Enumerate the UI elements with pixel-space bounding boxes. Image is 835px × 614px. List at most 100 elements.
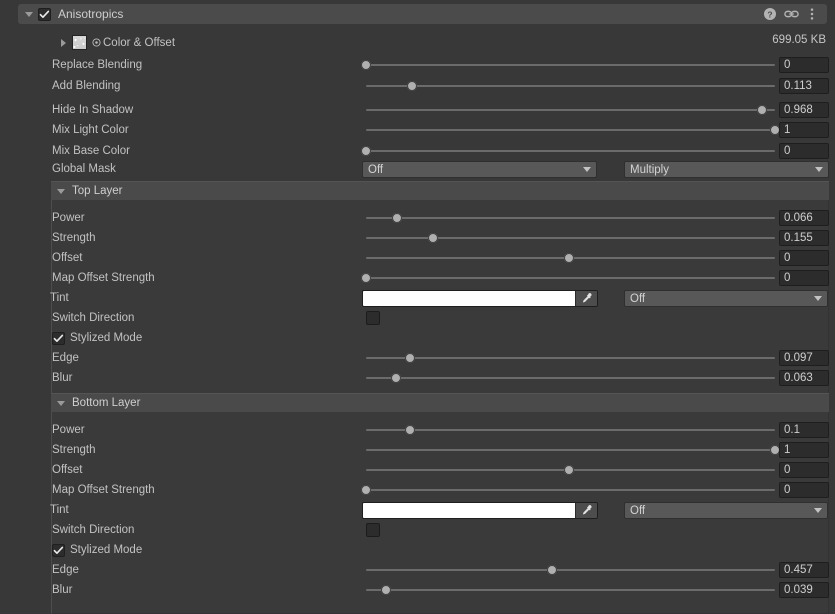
- kebab-menu-icon[interactable]: [805, 7, 819, 21]
- layer-property-label: Map Offset Strength: [52, 484, 155, 496]
- component-foldout-arrow[interactable]: [22, 7, 36, 21]
- texture-foldout-arrow[interactable]: [56, 36, 70, 50]
- layer-property-label: Power: [52, 424, 85, 436]
- slider-handle[interactable]: [407, 81, 417, 91]
- layer-property-value-field[interactable]: 0: [779, 482, 829, 498]
- link-icon[interactable]: [784, 7, 799, 21]
- stylized-property-value-field[interactable]: 0.457: [779, 562, 829, 578]
- slider-handle[interactable]: [564, 253, 574, 263]
- layer-property-row: Strength 1: [52, 440, 829, 460]
- switch-direction-label: Switch Direction: [52, 524, 135, 536]
- slider-handle[interactable]: [405, 425, 415, 435]
- layer-property-slider[interactable]: [366, 440, 780, 460]
- layer-property-slider[interactable]: [361, 268, 775, 288]
- switch-direction-checkbox[interactable]: [366, 311, 380, 325]
- property-slider[interactable]: [366, 76, 775, 96]
- global-mask-blend-dropdown[interactable]: Multiply: [624, 161, 829, 178]
- component-header[interactable]: Anisotropics ?: [18, 4, 827, 24]
- slider-track: [366, 377, 775, 379]
- tint-color-swatch[interactable]: [363, 503, 575, 518]
- stylized-property-slider[interactable]: [366, 348, 775, 368]
- tint-color-field[interactable]: [362, 290, 598, 307]
- layer-property-value-field[interactable]: 1: [779, 442, 829, 458]
- layer-property-label: Strength: [52, 444, 96, 456]
- texture-row-label: Color & Offset: [103, 37, 176, 49]
- tint-mode-value: Off: [630, 504, 646, 517]
- stylized-mode-checkbox[interactable]: [52, 543, 65, 557]
- property-slider[interactable]: [361, 141, 775, 161]
- switch-direction-checkbox[interactable]: [366, 523, 380, 537]
- layer-group-header[interactable]: Top Layer: [51, 181, 829, 200]
- slider-track: [366, 429, 775, 431]
- stylized-property-value-field[interactable]: 0.097: [779, 350, 829, 366]
- slider-handle[interactable]: [381, 585, 391, 595]
- stylized-property-value-field[interactable]: 0.039: [779, 582, 829, 598]
- chevron-down-icon: [583, 167, 591, 172]
- layer-property-value-field[interactable]: 0: [779, 462, 829, 478]
- property-row: Mix Base Color 0: [0, 141, 835, 161]
- slider-track: [366, 357, 775, 359]
- layer-property-row: Map Offset Strength 0: [52, 268, 829, 288]
- slider-handle[interactable]: [361, 485, 371, 495]
- tint-color-swatch[interactable]: [363, 291, 575, 306]
- stylized-property-slider[interactable]: [366, 580, 775, 600]
- texture-thumbnail[interactable]: [72, 35, 87, 50]
- layer-property-slider[interactable]: [366, 228, 775, 248]
- layer-property-label: Offset: [52, 464, 83, 476]
- slider-handle[interactable]: [405, 353, 415, 363]
- tint-color-field[interactable]: [362, 502, 598, 519]
- slider-handle[interactable]: [361, 146, 371, 156]
- slider-handle[interactable]: [547, 565, 557, 575]
- layer-property-slider[interactable]: [366, 208, 775, 228]
- layer-property-value-field[interactable]: 0: [779, 250, 829, 266]
- global-mask-blend-value: Multiply: [630, 163, 669, 176]
- stylized-property-row: Blur 0.063: [52, 368, 829, 388]
- property-slider[interactable]: [366, 120, 780, 140]
- slider-handle[interactable]: [361, 60, 371, 70]
- property-value-field[interactable]: 0: [779, 143, 829, 159]
- stylized-mode-checkbox[interactable]: [52, 331, 65, 345]
- slider-handle[interactable]: [564, 465, 574, 475]
- property-slider[interactable]: [361, 55, 775, 75]
- stylized-property-row: Edge 0.457: [52, 560, 829, 580]
- layer-property-slider[interactable]: [366, 420, 775, 440]
- layer-property-row: Offset 0: [52, 460, 829, 480]
- layer-foldout-arrow[interactable]: [54, 396, 68, 410]
- layer-group: Top Layer Power 0.066 Strength 0.155 Offset 0 M…: [50, 181, 829, 402]
- layer-property-value-field[interactable]: 0.155: [779, 230, 829, 246]
- layer-group-header[interactable]: Bottom Layer: [51, 393, 829, 412]
- tint-mode-dropdown[interactable]: Off: [624, 290, 828, 307]
- property-value-field[interactable]: 0.968: [779, 102, 829, 118]
- help-icon[interactable]: ?: [763, 7, 777, 21]
- layer-property-slider[interactable]: [361, 480, 775, 500]
- slider-handle[interactable]: [392, 213, 402, 223]
- global-mask-mode-dropdown[interactable]: Off: [362, 161, 597, 178]
- slider-handle[interactable]: [757, 105, 767, 115]
- property-value-field[interactable]: 0: [779, 57, 829, 73]
- slider-handle[interactable]: [391, 373, 401, 383]
- stylized-property-value-field[interactable]: 0.063: [779, 370, 829, 386]
- header-icon-group: ?: [763, 4, 819, 24]
- property-value-field[interactable]: 1: [779, 122, 829, 138]
- slider-handle[interactable]: [361, 273, 371, 283]
- layer-property-value-field[interactable]: 0.066: [779, 210, 829, 226]
- tint-mode-dropdown[interactable]: Off: [624, 502, 828, 519]
- layer-property-slider[interactable]: [366, 460, 775, 480]
- layer-property-value-field[interactable]: 0.1: [779, 422, 829, 438]
- property-row: Hide In Shadow 0.968: [0, 100, 835, 120]
- stylized-property-slider[interactable]: [366, 560, 775, 580]
- layer-property-row: Map Offset Strength 0: [52, 480, 829, 500]
- eyedropper-icon[interactable]: [575, 291, 597, 306]
- layer-property-slider[interactable]: [366, 248, 775, 268]
- stylized-property-row: Blur 0.039: [52, 580, 829, 600]
- property-value-field[interactable]: 0.113: [779, 78, 829, 94]
- stylized-mode-label: Stylized Mode: [70, 332, 143, 344]
- component-enabled-checkbox[interactable]: [38, 7, 51, 21]
- slider-handle[interactable]: [428, 233, 438, 243]
- eyedropper-icon[interactable]: [575, 503, 597, 518]
- property-label: Mix Light Color: [52, 124, 129, 136]
- layer-property-value-field[interactable]: 0: [779, 270, 829, 286]
- property-slider[interactable]: [366, 100, 775, 120]
- layer-foldout-arrow[interactable]: [54, 184, 68, 198]
- stylized-property-slider[interactable]: [366, 368, 775, 388]
